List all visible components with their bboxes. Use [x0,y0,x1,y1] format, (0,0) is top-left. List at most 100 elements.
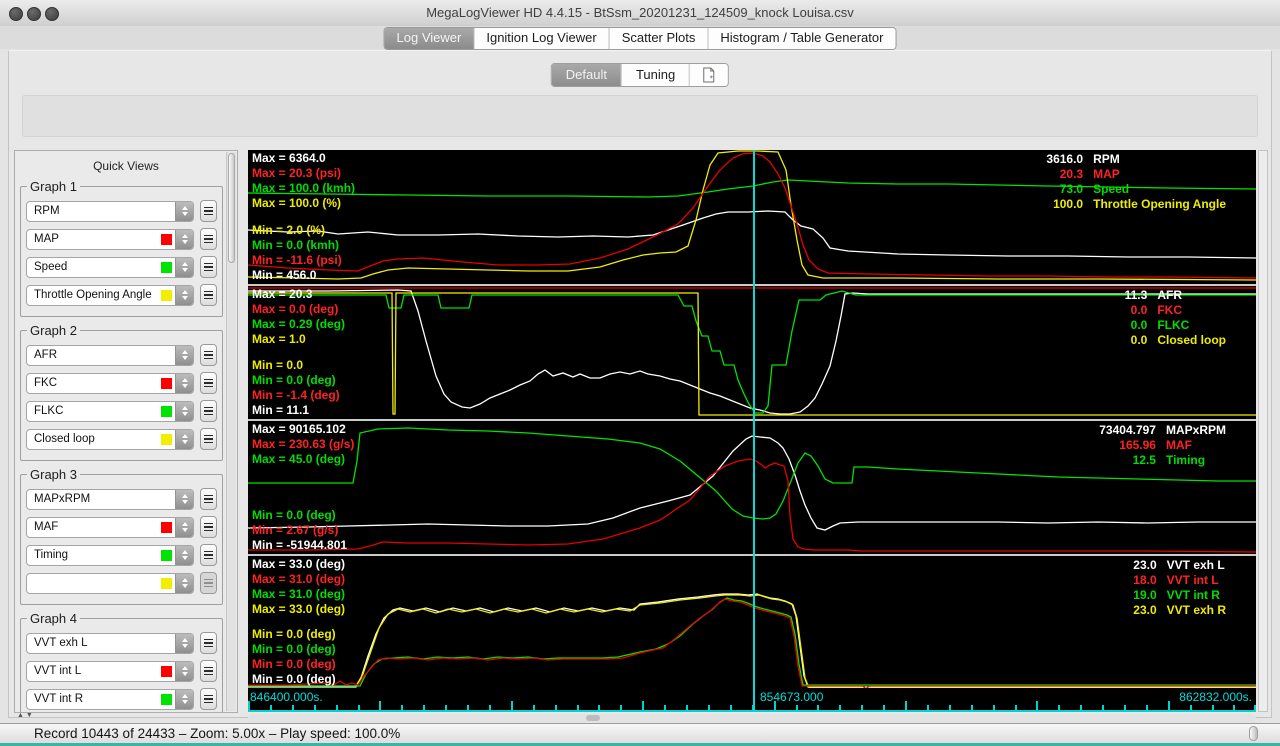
channel-select-maf[interactable]: MAF [26,516,194,538]
group-label: Graph 3 [30,467,77,482]
channel-menu-button[interactable] [200,632,217,654]
channel-select-flkc[interactable]: FLKC [26,400,194,422]
max-label: Max = 1.0 [252,332,306,346]
stepper-icon[interactable] [175,573,193,593]
min-label: Min = 0.0 (deg) [252,657,336,671]
channel-select-mapxrpm[interactable]: MAPxRPM [26,488,194,510]
channel-select-speed[interactable]: Speed [26,256,194,278]
stepper-icon[interactable] [175,429,193,449]
current-value-row: 73.0 Speed [1046,182,1226,197]
channel-menu-button[interactable] [200,284,217,306]
stepper-icon[interactable] [175,345,193,365]
add-view-button[interactable]: * [690,64,729,86]
channel-menu-button[interactable] [200,400,217,422]
new-view-icon: * [703,67,715,83]
channel-menu-button[interactable] [200,516,217,538]
graph-horizontal-scrollbar[interactable] [248,714,1256,722]
channel-select-vvt-int-l[interactable]: VVT int L [26,660,194,682]
view-tabs: Default Tuning * [550,63,730,87]
graph-panel-4[interactable]: Max = 33.0 (deg) Max = 31.0 (deg) Max = 31… [248,556,1256,688]
current-name: RPM [1093,152,1120,166]
stepper-icon[interactable] [175,661,193,681]
current-values: 11.3 AFR 0.0 FKC 0.0 FLKC 0.0 Closed loop [1125,288,1226,348]
channel-menu-button[interactable] [200,660,217,682]
channel-select-value: Throttle Opening Angle [34,289,152,301]
graph-panel-3[interactable]: Max = 90165.102 Max = 230.63 (g/s) Max = 4… [248,421,1256,554]
current-value-row: 18.0 VVT int L [1133,573,1226,588]
stepper-icon[interactable] [175,633,193,653]
timeline-tick [511,701,513,710]
max-label: Max = 100.0 (kmh) [252,181,356,195]
min-label: Min = 0.0 (deg) [252,508,336,522]
min-label: Min = 2.67 (g/s) [252,523,339,537]
channel-select-empty[interactable] [26,572,194,594]
sidebar-scrollbar-thumb[interactable] [228,153,235,263]
color-swatch [161,261,172,273]
quick-views-sidebar: Quick Views Graph 1 RPM MAP Speed Throttle O… [14,150,238,713]
current-name: FLKC [1157,318,1190,332]
sidebar-spin-arrows[interactable]: ▲▼ [17,712,35,719]
max-labels: Max = 90165.102 Max = 230.63 (g/s) Max = 4… [252,422,354,467]
tab-histogram-table-generator[interactable]: Histogram / Table Generator [708,28,896,49]
min-label: Min = -51944.801 [252,538,348,552]
channel-select-afr[interactable]: AFR [26,344,194,366]
current-value: 19.0 [1133,588,1157,602]
channel-select-closed-loop[interactable]: Closed loop [26,428,194,450]
status-scroll-thumb[interactable] [1249,726,1258,741]
channel-select-value: VVT int L [34,665,82,677]
stepper-icon[interactable] [175,373,193,393]
channel-menu-button[interactable] [200,256,217,278]
tab-ignition-log-viewer[interactable]: Ignition Log Viewer [474,28,610,49]
graph-panel-2[interactable]: Max = 20.3 Max = 0.0 (deg) Max = 0.29 (deg… [248,286,1256,419]
graph-horizontal-scrollbar-thumb[interactable] [586,715,600,721]
current-name: VVT int R [1166,588,1220,602]
current-values: 3616.0 RPM 20.3 MAP 73.0 Speed 100.0 Throttle O… [1046,152,1226,212]
graph-vertical-scrollbar[interactable] [1258,150,1268,712]
view-tab-tuning[interactable]: Tuning [621,64,691,86]
group-label: Graph 2 [30,323,77,338]
channel-row: FKC [26,372,217,394]
channel-menu-button[interactable] [200,544,217,566]
graph-panel-4-plot [248,593,1256,688]
stepper-icon[interactable] [175,229,193,249]
channel-select-fkc[interactable]: FKC [26,372,194,394]
channel-menu-button[interactable] [200,372,217,394]
stepper-icon[interactable] [175,545,193,565]
min-label: Min = 0.0 [252,358,304,372]
tab-scatter-plots[interactable]: Scatter Plots [609,28,709,49]
channel-select-map[interactable]: MAP [26,228,194,250]
playback-cursor[interactable] [753,150,755,711]
channel-menu-button[interactable] [200,200,217,222]
stepper-icon[interactable] [175,689,193,709]
channel-select-rpm[interactable]: RPM [26,200,194,222]
stepper-icon[interactable] [175,201,193,221]
timeline[interactable]: 846400.000s. 854673.000 862832.000s. [248,688,1256,712]
channel-menu-button[interactable] [200,344,217,366]
channel-select-value: MAPxRPM [34,493,91,505]
channel-select-vvt-int-r[interactable]: VVT int R [26,688,194,710]
stepper-icon[interactable] [175,517,193,537]
channel-menu-button[interactable] [200,488,217,510]
view-tab-default[interactable]: Default [551,64,622,86]
graph-panel-1[interactable]: Max = 6364.0 Max = 20.3 (psi) Max = 100.0 … [248,150,1256,284]
channel-select-vvt-exh-l[interactable]: VVT exh L [26,632,194,654]
sidebar-scrollbar[interactable] [226,152,236,711]
color-swatch [161,665,172,677]
stepper-icon[interactable] [175,257,193,277]
stepper-icon[interactable] [175,401,193,421]
stepper-icon[interactable] [175,285,193,305]
timeline-tick [379,701,381,710]
tab-log-viewer[interactable]: Log Viewer [384,28,475,49]
current-value-row: 20.3 MAP [1046,167,1226,182]
min-labels: Min = 2.0 (%) Min = 0.0 (kmh) Min = -11.6 … [252,223,342,283]
channel-select-throttle-opening-angle[interactable]: Throttle Opening Angle [26,284,194,306]
channel-row: VVT exh L [26,632,217,654]
channel-menu-button[interactable] [200,688,217,710]
channel-menu-button[interactable] [200,428,217,450]
channel-select-timing[interactable]: Timing [26,544,194,566]
current-name: VVT int L [1166,573,1219,587]
channel-menu-button[interactable] [200,228,217,250]
channel-row: FLKC [26,400,217,422]
stepper-icon[interactable] [175,489,193,509]
channel-select-value: VVT int R [34,693,83,705]
